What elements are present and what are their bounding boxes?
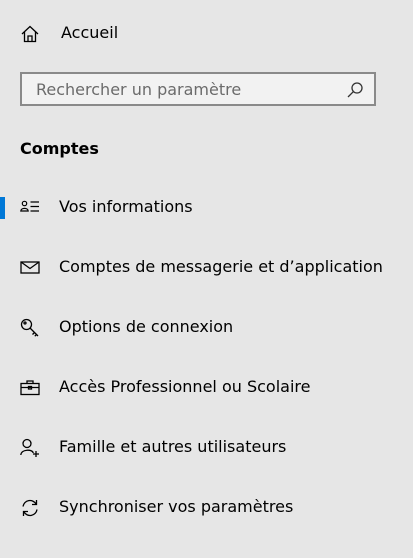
search-box[interactable] [20,72,376,106]
sidebar-item-label: Comptes de messagerie et d’application [59,257,383,276]
mail-icon [20,258,40,278]
sidebar-item-label: Vos informations [59,197,193,216]
sidebar-item-vos-informations[interactable]: Vos informations [0,186,413,230]
selection-indicator [0,197,5,219]
sidebar-item-synchroniser[interactable]: Synchroniser vos paramètres [0,486,413,530]
sidebar-item-acces-professionnel[interactable]: Accès Professionnel ou Scolaire [0,366,413,410]
sidebar-item-label: Synchroniser vos paramètres [59,497,294,516]
sidebar-item-label: Famille et autres utilisateurs [59,437,287,456]
nav-home-label: Accueil [61,23,119,42]
sidebar-item-comptes-messagerie[interactable]: Comptes de messagerie et d’application [0,246,413,290]
search-icon[interactable] [346,81,364,99]
sidebar-item-label: Options de connexion [59,317,234,336]
key-icon [20,318,40,338]
sync-icon [20,498,40,518]
sidebar-item-options-connexion[interactable]: Options de connexion [0,306,413,350]
search-input[interactable] [22,74,342,104]
sidebar-item-label: Accès Professionnel ou Scolaire [59,377,311,396]
person-add-icon [20,438,40,458]
home-icon [20,24,40,44]
sidebar-item-famille-utilisateurs[interactable]: Famille et autres utilisateurs [0,426,413,470]
person-info-icon [20,198,40,218]
nav-home[interactable]: Accueil [0,14,413,54]
briefcase-icon [20,378,40,398]
section-title: Comptes [20,139,99,158]
